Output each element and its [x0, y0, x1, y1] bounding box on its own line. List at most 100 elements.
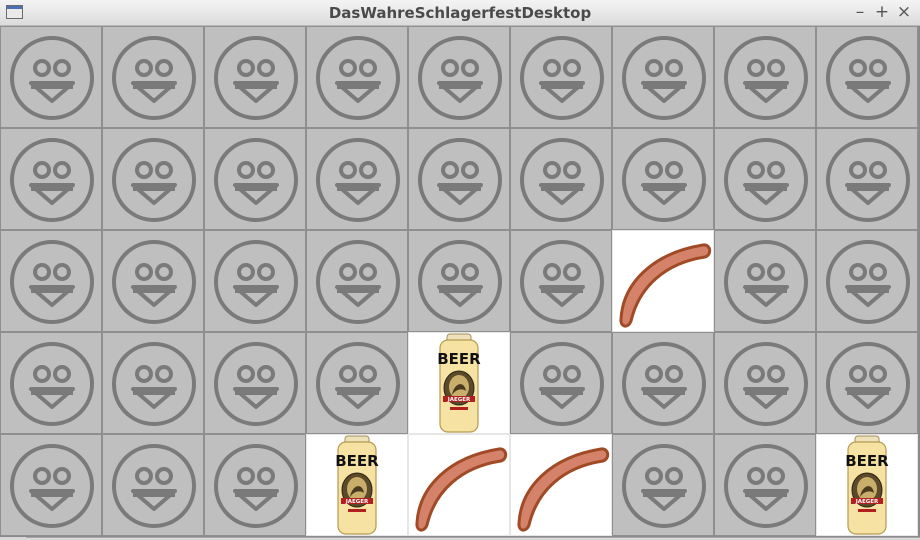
smiley-icon — [112, 240, 196, 324]
tile-hidden[interactable] — [102, 332, 204, 434]
smiley-icon — [316, 36, 400, 120]
maximize-button[interactable]: + — [872, 2, 892, 22]
smiley-icon — [112, 342, 196, 426]
sausage-icon — [517, 447, 610, 532]
tile-hidden[interactable] — [816, 230, 918, 332]
tile-hidden[interactable] — [612, 128, 714, 230]
smiley-icon — [724, 36, 808, 120]
app-window: DasWahreSchlagerfestDesktop – + × BEER JA… — [0, 0, 920, 540]
smiley-icon — [622, 342, 706, 426]
tile-hidden[interactable] — [714, 332, 816, 434]
tile-hidden[interactable] — [510, 128, 612, 230]
tile-hidden[interactable] — [816, 332, 918, 434]
smiley-icon — [622, 444, 706, 528]
tile-hidden[interactable] — [102, 434, 204, 536]
tile-hidden[interactable] — [714, 434, 816, 536]
tile-beer[interactable]: BEER JAEGER — [816, 434, 918, 536]
smiley-icon — [724, 138, 808, 222]
smiley-icon — [724, 444, 808, 528]
beer-brand: JAEGER — [345, 499, 369, 505]
window-title: DasWahreSchlagerfestDesktop — [328, 4, 592, 22]
tile-hidden[interactable] — [612, 26, 714, 128]
smiley-icon — [10, 342, 94, 426]
tile-beer[interactable]: BEER JAEGER — [306, 434, 408, 536]
tile-hidden[interactable] — [408, 26, 510, 128]
close-button[interactable]: × — [894, 2, 914, 22]
smiley-icon — [10, 444, 94, 528]
smiley-icon — [622, 36, 706, 120]
tile-hidden[interactable] — [204, 26, 306, 128]
smiley-icon — [316, 138, 400, 222]
smiley-icon — [214, 138, 298, 222]
tile-hidden[interactable] — [204, 332, 306, 434]
beer-brand: JAEGER — [855, 499, 879, 505]
tile-hidden[interactable] — [306, 332, 408, 434]
tile-hidden[interactable] — [0, 332, 102, 434]
beer-can-icon: BEER JAEGER — [335, 435, 379, 535]
tile-sausage[interactable] — [612, 230, 714, 332]
smiley-icon — [826, 240, 910, 324]
smiley-icon — [214, 36, 298, 120]
smiley-icon — [418, 138, 502, 222]
beer-can-icon: BEER JAEGER — [437, 333, 481, 433]
tile-hidden[interactable] — [510, 26, 612, 128]
tile-hidden[interactable] — [612, 434, 714, 536]
tile-hidden[interactable] — [408, 230, 510, 332]
smiley-icon — [520, 36, 604, 120]
tile-hidden[interactable] — [816, 128, 918, 230]
smiley-icon — [10, 138, 94, 222]
tile-hidden[interactable] — [0, 26, 102, 128]
smiley-icon — [112, 138, 196, 222]
smiley-icon — [418, 240, 502, 324]
tile-hidden[interactable] — [816, 26, 918, 128]
smiley-icon — [112, 36, 196, 120]
smiley-icon — [520, 342, 604, 426]
tile-hidden[interactable] — [204, 128, 306, 230]
sausage-icon — [415, 447, 508, 532]
smiley-icon — [10, 36, 94, 120]
tile-sausage[interactable] — [408, 434, 510, 536]
smiley-icon — [316, 342, 400, 426]
tile-hidden[interactable] — [102, 230, 204, 332]
tile-hidden[interactable] — [102, 26, 204, 128]
smiley-icon — [622, 138, 706, 222]
smiley-icon — [724, 342, 808, 426]
tile-hidden[interactable] — [612, 332, 714, 434]
smiley-icon — [214, 444, 298, 528]
smiley-icon — [214, 342, 298, 426]
smiley-icon — [520, 240, 604, 324]
tile-hidden[interactable] — [510, 230, 612, 332]
tile-sausage[interactable] — [510, 434, 612, 536]
smiley-icon — [418, 36, 502, 120]
title-bar: DasWahreSchlagerfestDesktop – + × — [0, 0, 920, 26]
tile-hidden[interactable] — [0, 230, 102, 332]
smiley-icon — [214, 240, 298, 324]
game-board: BEER JAEGER BEER JAEGER BEER JAEGER — [0, 26, 920, 537]
tile-hidden[interactable] — [204, 434, 306, 536]
tile-hidden[interactable] — [0, 434, 102, 536]
sausage-icon — [619, 243, 712, 328]
tile-hidden[interactable] — [306, 230, 408, 332]
smiley-icon — [316, 240, 400, 324]
beer-can-icon: BEER JAEGER — [845, 435, 889, 535]
tile-hidden[interactable] — [204, 230, 306, 332]
minimize-button[interactable]: – — [850, 2, 870, 22]
tile-hidden[interactable] — [714, 26, 816, 128]
tile-hidden[interactable] — [408, 128, 510, 230]
beer-brand: JAEGER — [447, 397, 471, 403]
smiley-icon — [826, 36, 910, 120]
tile-hidden[interactable] — [510, 332, 612, 434]
tile-hidden[interactable] — [306, 26, 408, 128]
smiley-icon — [10, 240, 94, 324]
tile-beer[interactable]: BEER JAEGER — [408, 332, 510, 434]
beer-label: BEER — [845, 452, 889, 470]
tile-hidden[interactable] — [102, 128, 204, 230]
tile-hidden[interactable] — [306, 128, 408, 230]
beer-label: BEER — [335, 452, 379, 470]
tile-hidden[interactable] — [714, 128, 816, 230]
smiley-icon — [112, 444, 196, 528]
tile-hidden[interactable] — [0, 128, 102, 230]
tile-hidden[interactable] — [714, 230, 816, 332]
beer-label: BEER — [437, 350, 481, 368]
smiley-icon — [826, 342, 910, 426]
